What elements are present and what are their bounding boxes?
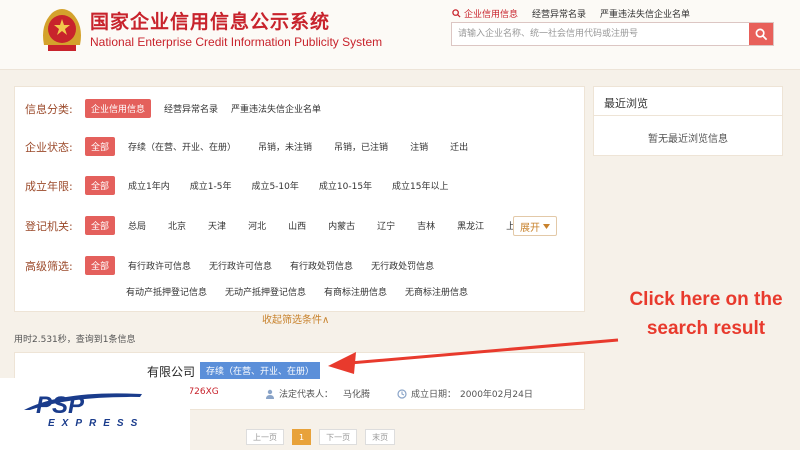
- filter-option[interactable]: 注销: [410, 140, 428, 153]
- search-icon: [452, 9, 461, 18]
- tab-label: 严重违法失信企业名单: [600, 10, 691, 20]
- status-badge: 存续（在营、开业、在册）: [200, 362, 321, 379]
- filter-option[interactable]: 总局: [128, 219, 146, 232]
- filter-option[interactable]: 严重违法失信企业名单: [231, 102, 321, 115]
- clock-icon: [397, 388, 407, 399]
- chevron-down-icon: [543, 223, 550, 229]
- tab-abnormal-operations[interactable]: 经营异常名录: [532, 7, 586, 20]
- filter-option[interactable]: 有行政处罚信息: [290, 259, 353, 272]
- last-page-button[interactable]: 末页: [365, 429, 396, 445]
- date-label: 成立日期：: [411, 390, 457, 400]
- psp-logo-icon: PSP: [24, 392, 142, 418]
- annotation-arrow: [328, 338, 619, 374]
- filter-option[interactable]: 山西: [288, 219, 306, 232]
- filter-option[interactable]: 全部: [85, 137, 116, 156]
- pagination: 上一页 1 下一页 末页: [246, 429, 396, 445]
- filter-row-advanced: 高级筛选: 全部 有行政许可信息 无行政许可信息 有行政处罚信息 无行政处罚信息: [25, 256, 447, 275]
- legal-rep: 法定代表人： 马化腾: [265, 387, 370, 400]
- search-icon: [755, 28, 767, 40]
- current-page[interactable]: 1: [292, 429, 312, 445]
- filter-label: 高级筛选:: [25, 259, 73, 273]
- search-button[interactable]: [749, 23, 773, 45]
- logo-subtext: EXPRESS: [48, 418, 145, 429]
- result-summary: 用时2.531秒，查询到1条信息: [14, 335, 136, 345]
- filter-option[interactable]: 全部: [85, 216, 116, 235]
- filter-label: 信息分类:: [25, 102, 73, 116]
- expand-label: 展开: [520, 222, 540, 234]
- empty-message: 暂无最近浏览信息: [648, 134, 728, 145]
- filter-option[interactable]: 北京: [168, 219, 186, 232]
- filter-row-authority: 登记机关: 全部 总局 北京 天津 河北 山西 内蒙古 辽宁 吉林 黑龙江 上海: [25, 216, 537, 235]
- filter-option[interactable]: 天津: [208, 219, 226, 232]
- filter-option[interactable]: 河北: [248, 219, 266, 232]
- filter-option[interactable]: 全部: [85, 176, 116, 195]
- filter-option[interactable]: 成立1年内: [128, 179, 170, 192]
- divider: [594, 115, 782, 116]
- filter-row-age: 成立年限: 全部 成立1年内 成立1-5年 成立5-10年 成立10-15年 成…: [25, 176, 462, 195]
- rep-value: 马化腾: [343, 390, 371, 400]
- filter-option[interactable]: 无行政许可信息: [209, 259, 272, 272]
- national-emblem-icon: [43, 9, 81, 51]
- filter-option[interactable]: 吉林: [417, 219, 435, 232]
- filter-option[interactable]: 黑龙江: [457, 219, 484, 232]
- filter-option[interactable]: 迁出: [450, 140, 468, 153]
- site-title: 国家企业信用信息公示系统: [90, 11, 331, 33]
- rep-label: 法定代表人：: [279, 390, 334, 400]
- site-subtitle: National Enterprise Credit Information P…: [90, 35, 383, 49]
- person-icon: [266, 389, 274, 399]
- panel-title: 最近浏览: [604, 97, 648, 110]
- date-value: 2000年02月24日: [460, 390, 533, 400]
- filter-row-status: 企业状态: 全部 存续（在营、开业、在册） 吊销，未注销 吊销，已注销 注销 迁…: [25, 137, 481, 156]
- filter-option[interactable]: 成立1-5年: [190, 179, 232, 192]
- filter-row-category: 信息分类: 企业信用信息 经营异常名录 严重违法失信企业名单: [25, 99, 334, 118]
- annotation-callout: Click here on the search result: [629, 289, 783, 339]
- filter-option[interactable]: 成立15年以上: [392, 179, 448, 192]
- founding-date: 成立日期： 2000年02月24日: [397, 387, 533, 400]
- filter-option[interactable]: 吊销，已注销: [334, 140, 388, 153]
- search-bar: [451, 22, 774, 46]
- collapse-filters-link[interactable]: 收起筛选条件∧: [262, 311, 329, 326]
- filter-option[interactable]: 无商标注册信息: [405, 285, 468, 298]
- tab-serious-violations[interactable]: 严重违法失信企业名单: [600, 7, 690, 20]
- tab-label: 企业信用信息: [464, 10, 519, 20]
- filter-option[interactable]: 无动产抵押登记信息: [225, 285, 306, 298]
- filter-option[interactable]: 成立5-10年: [251, 179, 298, 192]
- search-input[interactable]: [452, 23, 749, 45]
- site-header: 国家企业信用信息公示系统 National Enterprise Credit …: [0, 0, 800, 70]
- filter-option[interactable]: 内蒙古: [328, 219, 355, 232]
- filter-label: 登记机关:: [25, 219, 73, 233]
- filter-option[interactable]: 辽宁: [377, 219, 395, 232]
- tab-label: 经营异常名录: [532, 10, 587, 20]
- filter-label: 成立年限:: [25, 179, 73, 193]
- filter-option[interactable]: 有动产抵押登记信息: [126, 285, 207, 298]
- logo-main: PSP: [36, 392, 85, 418]
- filter-option[interactable]: 经营异常名录: [164, 102, 218, 115]
- filter-option[interactable]: 全部: [85, 256, 116, 275]
- filter-option[interactable]: 无行政处罚信息: [371, 259, 434, 272]
- expand-button[interactable]: 展开: [513, 216, 557, 236]
- next-page-button[interactable]: 下一页: [319, 429, 358, 445]
- header-tabs: 企业信用信息 经营异常名录 严重违法失信企业名单: [452, 7, 690, 20]
- filter-row-advanced-2: 有动产抵押登记信息 无动产抵押登记信息 有商标注册信息 无商标注册信息: [126, 285, 481, 298]
- filter-option[interactable]: 有商标注册信息: [324, 285, 387, 298]
- filter-option[interactable]: 企业信用信息: [85, 99, 152, 118]
- recent-browse-panel: 最近浏览 暂无最近浏览信息: [593, 86, 783, 156]
- filter-option[interactable]: 成立10-15年: [319, 179, 372, 192]
- filter-option[interactable]: 有行政许可信息: [128, 259, 191, 272]
- filter-option[interactable]: 吊销，未注销: [258, 140, 312, 153]
- prev-page-button[interactable]: 上一页: [246, 429, 284, 445]
- filter-panel: 信息分类: 企业信用信息 经营异常名录 严重违法失信企业名单 企业状态: 全部 …: [14, 86, 585, 312]
- filter-option[interactable]: 存续（在营、开业、在册）: [128, 140, 236, 153]
- tab-enterprise-credit[interactable]: 企业信用信息: [452, 7, 518, 20]
- filter-label: 企业状态:: [25, 140, 73, 154]
